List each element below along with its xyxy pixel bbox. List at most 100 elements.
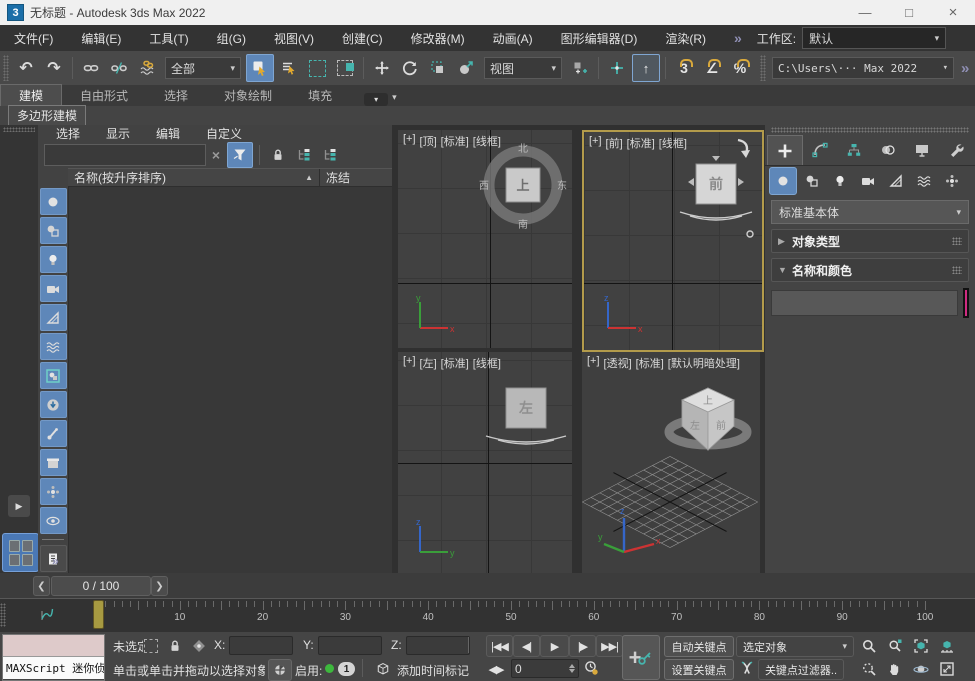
explorer-menu-edit[interactable]: 编辑 xyxy=(156,125,180,142)
select-and-move-button[interactable] xyxy=(369,55,395,81)
panel-grip[interactable] xyxy=(771,127,969,133)
tab-utilities[interactable] xyxy=(939,135,973,165)
spinner-arrows-icon[interactable] xyxy=(569,664,575,673)
select-and-link-button[interactable] xyxy=(78,55,104,81)
pan-button[interactable] xyxy=(884,659,906,679)
degradation-badge[interactable]: 1 xyxy=(338,662,355,676)
viewport-style-label[interactable]: [标准] xyxy=(636,355,664,371)
object-name-field[interactable] xyxy=(771,290,958,316)
set-key-button[interactable]: 设置关键点 xyxy=(664,659,734,680)
column-header-freeze[interactable]: 冻结 xyxy=(320,169,392,186)
selected-objects-dropdown[interactable]: 选定对象▾ xyxy=(736,636,854,657)
select-and-place-button[interactable] xyxy=(453,55,479,81)
explorer-menu-display[interactable]: 显示 xyxy=(106,125,130,142)
window-crossing-button[interactable] xyxy=(332,55,358,81)
display-systems-filter-button[interactable] xyxy=(40,478,67,505)
expand-panel-button[interactable]: ▶ xyxy=(8,495,30,517)
toolbar-grip[interactable] xyxy=(760,55,766,81)
select-and-manipulate-button[interactable] xyxy=(604,55,630,81)
zoom-all-button[interactable] xyxy=(884,636,906,656)
menu-group[interactable]: 组(G) xyxy=(203,25,260,51)
toolbar-overflow-icon[interactable]: » xyxy=(957,51,972,85)
display-spacewarps-filter-button[interactable] xyxy=(40,333,67,360)
menu-tools[interactable]: 工具(T) xyxy=(135,25,202,51)
viewport-perspective[interactable]: [+] [透视] [标准] [默认明暗处理] xyxy=(582,352,760,573)
coord-x-field[interactable] xyxy=(229,636,293,655)
lock-explorer-button[interactable] xyxy=(266,143,290,167)
zoom-button[interactable] xyxy=(858,636,880,656)
mini-curve-editor-button[interactable] xyxy=(34,602,60,628)
viewport-top[interactable]: [+] [顶] [标准] [线框] 上 北 南 东 西 y x xyxy=(398,130,572,348)
tab-freeform[interactable]: 自由形式 xyxy=(62,85,146,106)
coord-y-field[interactable] xyxy=(318,636,382,655)
chevron-down-icon[interactable]: ▾ xyxy=(392,92,397,103)
display-xrefs-filter-button[interactable] xyxy=(40,391,67,418)
select-and-scale-button[interactable] xyxy=(425,55,451,81)
toolbar-grip[interactable] xyxy=(3,55,9,81)
display-groups-filter-button[interactable] xyxy=(40,362,67,389)
tab-object-paint[interactable]: 对象绘制 xyxy=(206,85,290,106)
tab-modeling[interactable]: 建模 xyxy=(0,84,62,106)
time-slider-band[interactable]: ❮ 0 / 100 ❯ xyxy=(0,573,975,599)
menu-rendering[interactable]: 渲染(R) xyxy=(651,25,720,51)
key-filters-icon-button[interactable] xyxy=(736,658,758,678)
explorer-menu-select[interactable]: 选择 xyxy=(56,125,80,142)
display-bones-filter-button[interactable] xyxy=(40,420,67,447)
tab-create[interactable] xyxy=(767,135,803,165)
set-keys-button[interactable]: + xyxy=(622,635,660,680)
region-zoom-button[interactable] xyxy=(858,659,880,679)
menu-views[interactable]: 视图(V) xyxy=(260,25,328,51)
display-visibility-filter-button[interactable] xyxy=(40,507,67,534)
clear-search-icon[interactable]: × xyxy=(206,147,226,163)
viewport-name-label[interactable]: [前] xyxy=(606,135,623,151)
collapse-tree-button[interactable] xyxy=(318,143,342,167)
expand-tree-button[interactable] xyxy=(292,143,316,167)
rollout-name-and-color[interactable]: ▼ 名称和颜色 xyxy=(771,258,969,282)
category-lights-button[interactable] xyxy=(827,168,853,194)
orbit-button[interactable] xyxy=(910,659,932,679)
selection-region-status-button[interactable] xyxy=(140,636,162,656)
use-pivot-center-button[interactable] xyxy=(567,55,593,81)
project-folder-dropdown[interactable]: C:\Users\··· Max 2022▾ xyxy=(772,57,954,79)
primitive-type-dropdown[interactable]: 标准基本体 ▾ xyxy=(771,200,969,224)
category-cameras-button[interactable] xyxy=(855,168,881,194)
display-lights-filter-button[interactable] xyxy=(40,246,67,273)
tab-modify[interactable] xyxy=(803,135,837,165)
menu-overflow-icon[interactable]: » xyxy=(720,25,755,51)
go-to-start-button[interactable]: |◀◀ xyxy=(486,635,513,657)
selection-lock-button[interactable] xyxy=(164,636,186,656)
maximize-button[interactable]: □ xyxy=(887,0,931,25)
selection-filter-dropdown[interactable]: 全部▾ xyxy=(165,57,241,79)
key-mode-toggle-button[interactable]: ◀▶ xyxy=(486,659,506,679)
time-configuration-button[interactable] xyxy=(580,658,602,678)
unlink-selection-button[interactable] xyxy=(106,55,132,81)
next-frame-button[interactable]: |▶ xyxy=(569,635,596,657)
workspace-dropdown[interactable]: 默认 ▾ xyxy=(802,27,946,49)
app-logo-icon[interactable]: 3 xyxy=(7,4,24,21)
tab-hierarchy[interactable] xyxy=(837,135,871,165)
rectangular-selection-region-button[interactable] xyxy=(304,55,330,81)
tab-selection[interactable]: 选择 xyxy=(146,85,206,106)
menu-graph-editors[interactable]: 图形编辑器(D) xyxy=(547,25,652,51)
time-slider-marker[interactable] xyxy=(93,600,104,629)
maxscript-macro-pane[interactable] xyxy=(3,635,104,657)
viewport-style-label[interactable]: [标准] xyxy=(441,133,469,149)
display-shapes-filter-button[interactable] xyxy=(40,217,67,244)
category-helpers-button[interactable] xyxy=(883,168,909,194)
viewport-front[interactable]: [+] [前] [标准] [线框] 前 z x xyxy=(582,130,764,352)
trackbar-grip[interactable] xyxy=(0,603,6,627)
bind-to-spacewarp-button[interactable] xyxy=(134,55,160,81)
column-header-name[interactable]: 名称(按升序排序) ▲ xyxy=(68,169,320,186)
tab-populate[interactable]: 填充 xyxy=(290,85,350,106)
viewport-shading-label[interactable]: [默认明暗处理] xyxy=(668,355,740,371)
key-filters-button[interactable]: 关键点过滤器.. xyxy=(758,659,844,680)
viewport-menu-plus[interactable]: [+] xyxy=(589,135,602,151)
object-color-swatch[interactable] xyxy=(963,288,969,318)
menu-animation[interactable]: 动画(A) xyxy=(479,25,547,51)
angle-snap-button[interactable]: ∠ xyxy=(699,55,725,81)
go-to-end-button[interactable]: ▶▶| xyxy=(596,635,623,657)
time-slider-handle[interactable]: 0 / 100 xyxy=(51,576,151,596)
menu-file[interactable]: 文件(F) xyxy=(0,25,67,51)
maxscript-listener-pane[interactable]: MAXScript 迷你侦听器 xyxy=(3,657,104,679)
category-geometry-button[interactable] xyxy=(769,167,797,195)
